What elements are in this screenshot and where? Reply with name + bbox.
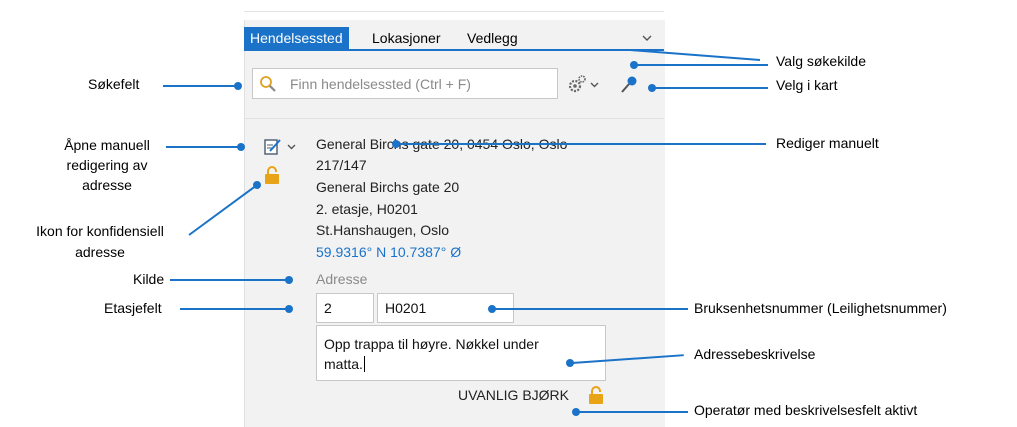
confidential-lock-icon — [263, 165, 281, 185]
tab-underline — [244, 49, 664, 51]
callout-dot-source — [285, 276, 293, 284]
operator-name: UVANLIG BJØRK — [458, 387, 569, 403]
map-pin-icon — [621, 76, 637, 93]
callout-dot-edit-manually — [392, 140, 400, 148]
callout-open-manual-1: Åpne manuell — [64, 137, 150, 153]
edit-address-icon — [264, 139, 296, 155]
callout-unit-number: Bruksenhetsnummer (Leilighetsnummer) — [694, 300, 947, 316]
callout-search-field: Søkefelt — [88, 76, 140, 92]
callout-line-search — [163, 85, 238, 87]
callout-open-manual-3: adresse — [82, 177, 132, 193]
search-icon — [260, 76, 276, 92]
description-line-2: matta. — [324, 356, 363, 372]
search-source-button[interactable] — [566, 72, 602, 96]
floor-field[interactable]: 2 — [316, 293, 374, 323]
callout-line-source — [170, 279, 288, 281]
tab-bar: Hendelsessted Lokasjoner Vedlegg — [244, 27, 664, 49]
section-divider — [244, 118, 664, 119]
callout-dot-description — [566, 359, 574, 367]
callout-dot-search — [234, 82, 242, 90]
search-input[interactable] — [290, 74, 552, 94]
callout-line-floor — [180, 308, 288, 310]
callout-confidential-2: adresse — [75, 244, 125, 260]
street-address: General Birchs gate 20 — [316, 179, 460, 195]
manual-edit-button[interactable] — [262, 137, 302, 157]
callout-line-unit — [492, 308, 688, 310]
callout-dot-operator — [572, 408, 580, 416]
floor-unit-line: 2. etasje, H0201 — [316, 201, 418, 217]
callout-edit-manually: Rediger manuelt — [776, 135, 879, 151]
callout-source: Kilde — [133, 271, 165, 287]
panel-top-border — [244, 11, 664, 12]
description-line-1: Opp trappa til høyre. Nøkkel under — [324, 336, 539, 352]
description-line-2-row: matta. — [324, 354, 599, 374]
callout-line-operator — [576, 411, 688, 413]
callout-operator-active: Operatør med beskrivelsesfelt aktivt — [694, 402, 918, 418]
callout-dot-unit — [488, 305, 496, 313]
callout-confidential-1: Ikon for konfidensiell — [36, 223, 164, 239]
cadastral-number: 217/147 — [316, 157, 367, 173]
callout-floor-field: Etasjefelt — [104, 300, 162, 316]
callout-line-edit — [166, 146, 240, 148]
operator-lock-icon — [587, 385, 605, 405]
address-source-label: Adresse — [316, 271, 368, 287]
district-line: St.Hanshaugen, Oslo — [316, 222, 450, 238]
coordinates-link[interactable]: 59.9316° N 10.7387° Ø — [316, 244, 461, 260]
tab-lokasjoner[interactable]: Lokasjoner — [372, 27, 441, 49]
callout-open-manual-2: redigering av — [66, 157, 148, 173]
callout-search-source: Valg søkekilde — [776, 53, 867, 69]
callout-dot-edit — [237, 143, 245, 151]
select-in-map-button[interactable] — [618, 74, 640, 96]
callout-dot-search-source — [630, 61, 638, 69]
tab-vedlegg[interactable]: Vedlegg — [467, 27, 518, 49]
callout-select-map: Velg i kart — [776, 77, 838, 93]
callout-line-confidential — [188, 181, 261, 236]
callout-line-map — [652, 87, 768, 89]
tab-hendelsessted[interactable]: Hendelsessted — [244, 27, 349, 49]
callout-dot-floor — [285, 305, 293, 313]
text-cursor — [363, 356, 365, 372]
gear-icon — [568, 75, 599, 93]
callout-dot-map — [648, 84, 656, 92]
callout-address-description: Adressebeskrivelse — [694, 346, 816, 362]
callout-line-edit-manually — [396, 143, 766, 145]
callout-line-search-source-2 — [634, 64, 768, 66]
address-description-field[interactable]: Opp trappa til høyre. Nøkkel under matta… — [316, 325, 606, 381]
